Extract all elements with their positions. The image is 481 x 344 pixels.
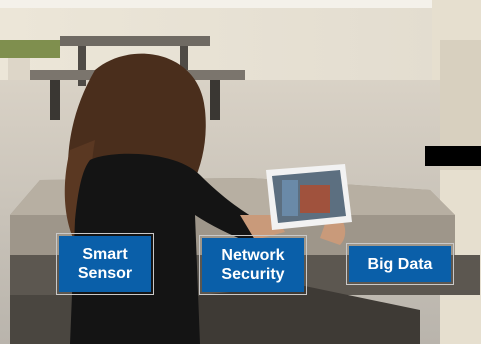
photo-stage: Smart Sensor Network Security Big Data <box>0 0 481 344</box>
network-security-line2: Security <box>221 266 285 283</box>
outdoor-photo <box>0 0 481 344</box>
smart-sensor-line1: Smart <box>82 246 128 263</box>
smart-sensor-badge: Smart Sensor <box>56 233 154 295</box>
network-security-badge: Network Security <box>199 235 307 295</box>
big-data-badge: Big Data <box>346 243 454 285</box>
smart-sensor-line2: Sensor <box>77 265 133 282</box>
network-security-line1: Network <box>221 247 285 264</box>
big-data-label: Big Data <box>367 255 433 273</box>
